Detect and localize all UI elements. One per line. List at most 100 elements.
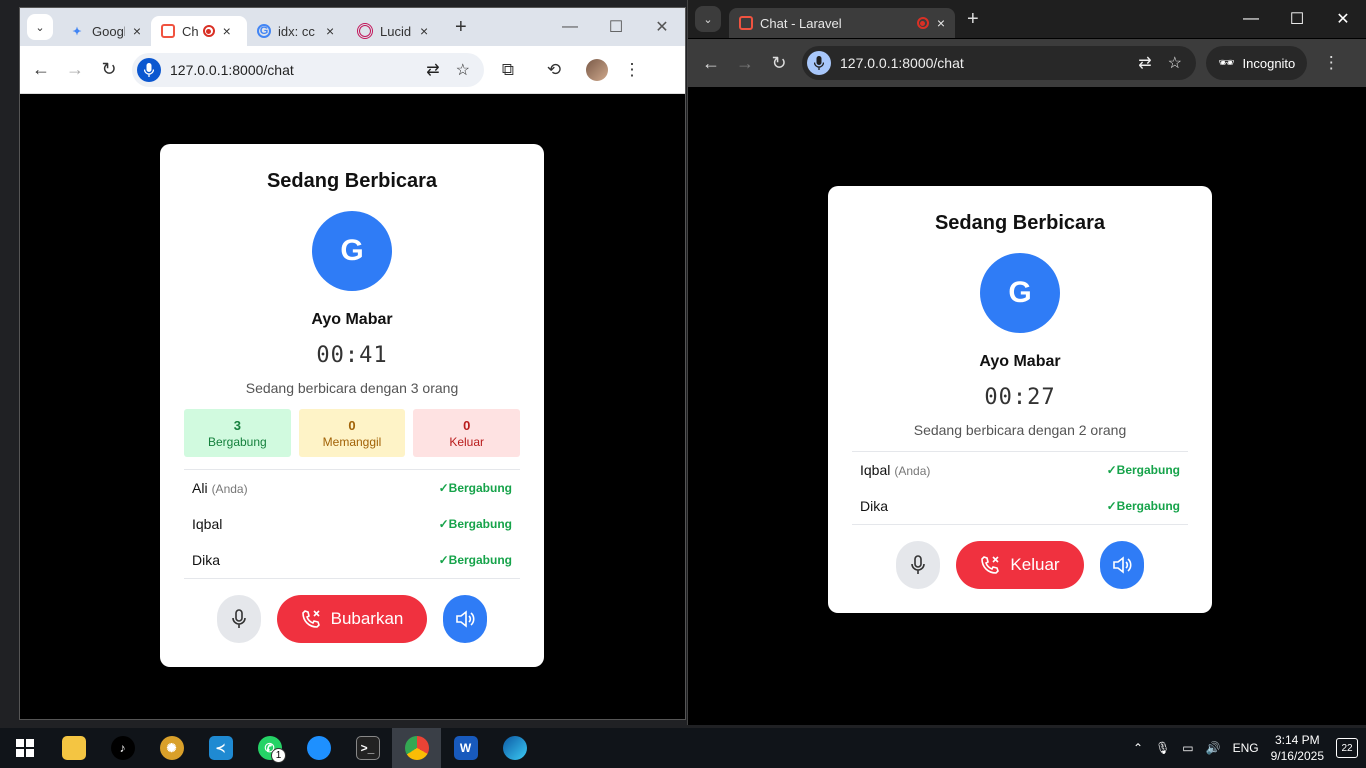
menu-icon[interactable]: ⋮ [1315, 53, 1347, 73]
maximize-button[interactable]: ☐ [593, 17, 639, 37]
laravel-icon [739, 16, 753, 30]
taskbar-terminal[interactable]: >_ [343, 728, 392, 768]
close-window-button[interactable]: ✕ [639, 17, 685, 37]
address-bar[interactable]: 127.0.0.1:8000/chat ⇄ ☆ [802, 46, 1196, 80]
profile-avatar[interactable] [586, 58, 608, 81]
stat-joined: 3 Bergabung [184, 409, 291, 457]
new-tab-button[interactable]: + [967, 8, 979, 31]
speaker-button[interactable] [1099, 541, 1144, 589]
tab-gemini[interactable]: ✦ Googl × [59, 16, 151, 46]
incognito-icon: 🕶 [1218, 55, 1235, 70]
call-timer: 00:27 [984, 385, 1056, 410]
minimize-button[interactable]: — [547, 18, 593, 36]
reload-button[interactable]: ↻ [92, 59, 126, 80]
tab-search-button[interactable]: ⌄ [27, 14, 53, 40]
tab-chat[interactable]: Chat - Laravel × [729, 8, 955, 38]
tab-google[interactable]: G idx: cc × [247, 16, 347, 46]
close-icon[interactable]: × [420, 23, 428, 39]
room-avatar: G [980, 253, 1060, 333]
participant-row: Dika ✓Bergabung [192, 552, 512, 568]
translate-icon[interactable]: ⇄ [1138, 53, 1151, 73]
reload-button[interactable]: ↻ [762, 53, 796, 74]
notification-center-button[interactable]: 22 [1336, 738, 1358, 758]
bookmark-star-icon[interactable]: ☆ [456, 60, 470, 80]
history-icon[interactable]: ⟲ [538, 60, 570, 80]
taskbar-chrome[interactable] [392, 728, 441, 768]
end-call-button[interactable]: Bubarkan [276, 595, 428, 643]
volume-icon[interactable]: 🔊 [1206, 741, 1221, 755]
system-tray: ⌃ 🎙 ▭ 🔊 ENG 3:14 PM 9/16/2025 22 [1133, 732, 1366, 764]
taskbar-vscode[interactable]: ≺ [196, 728, 245, 768]
bookmark-star-icon[interactable]: ☆ [1168, 53, 1182, 73]
close-icon[interactable]: × [133, 23, 141, 39]
browser-toolbar: ← → ↻ 127.0.0.1:8000/chat ⇄ ☆ 🕶 Incognit… [688, 39, 1366, 87]
tab-lucid[interactable]: Lucid × [347, 16, 443, 46]
menu-icon[interactable]: ⋮ [616, 60, 648, 80]
participant-row: Dika ✓Bergabung [860, 498, 1180, 514]
leave-call-button[interactable]: Keluar [956, 541, 1084, 589]
close-icon[interactable]: × [326, 23, 334, 39]
close-icon[interactable]: × [937, 15, 945, 31]
taskbar-whatsapp[interactable]: ✆ 1 [245, 728, 294, 768]
address-bar[interactable]: 127.0.0.1:8000/chat ⇄ ☆ [132, 52, 484, 87]
language-indicator[interactable]: ENG [1233, 741, 1259, 755]
room-name: Ayo Mabar [979, 353, 1061, 370]
translate-icon[interactable]: ⇄ [426, 60, 439, 80]
taskbar-app[interactable]: ✺ [147, 728, 196, 768]
taskbar-tiktok[interactable]: ♪ [98, 728, 147, 768]
speaker-icon [456, 610, 475, 628]
status-badge: ✓Bergabung [438, 553, 512, 567]
call-subtitle: Sedang berbicara dengan 3 orang [245, 380, 459, 396]
folder-icon [61, 736, 86, 760]
page-content: Sedang Berbicara G Ayo Mabar 00:27 Sedan… [688, 87, 1366, 725]
browser-toolbar: ← → ↻ 127.0.0.1:8000/chat ⇄ ☆ ⧉ ⟲ ⋮ [20, 46, 685, 94]
extensions-icon[interactable]: ⧉ [492, 60, 524, 80]
chevron-up-icon[interactable]: ⌃ [1133, 741, 1143, 755]
incognito-indicator[interactable]: 🕶 Incognito [1206, 46, 1308, 80]
recording-icon [202, 25, 215, 37]
tab-search-button[interactable]: ⌄ [695, 6, 721, 32]
tab-chat[interactable]: Ch × [151, 16, 247, 46]
call-title: Sedang Berbicara [934, 212, 1106, 234]
back-button[interactable]: ← [694, 53, 728, 74]
room-avatar: G [312, 211, 392, 291]
close-icon[interactable]: × [223, 23, 231, 39]
room-name: Ayo Mabar [311, 311, 393, 328]
start-button[interactable] [0, 728, 49, 768]
stat-left: 0 Keluar [413, 409, 521, 457]
taskbar-word[interactable]: W [441, 728, 490, 768]
status-badge: ✓Bergabung [438, 481, 512, 495]
terminal-icon: >_ [355, 736, 380, 760]
participant-row: Ali (Anda) ✓Bergabung [192, 480, 512, 496]
battery-icon[interactable]: ▭ [1182, 741, 1193, 755]
status-badge: ✓Bergabung [1106, 463, 1180, 477]
taskbar-file-explorer[interactable] [49, 728, 98, 768]
forward-button[interactable]: → [58, 59, 92, 80]
speaker-button[interactable] [443, 595, 488, 643]
new-tab-button[interactable]: + [455, 16, 467, 39]
app-icon: ✺ [159, 736, 184, 760]
forward-button[interactable]: → [728, 53, 762, 74]
call-subtitle: Sedang berbicara dengan 2 orang [913, 422, 1127, 438]
chrome-icon [404, 736, 429, 760]
clock[interactable]: 3:14 PM 9/16/2025 [1271, 732, 1324, 764]
taskbar-app-blue[interactable] [294, 728, 343, 768]
call-actions: Bubarkan [184, 595, 520, 643]
maximize-button[interactable]: ☐ [1274, 9, 1320, 29]
laravel-icon [161, 24, 175, 38]
taskbar-edge[interactable] [490, 728, 539, 768]
word-icon: W [453, 736, 478, 760]
mic-icon [911, 555, 926, 574]
mute-button[interactable] [896, 541, 941, 589]
edge-icon [502, 736, 527, 760]
close-window-button[interactable]: ✕ [1320, 9, 1366, 29]
app-blue-icon [306, 736, 331, 760]
lucid-icon [357, 23, 373, 39]
mute-button[interactable] [216, 595, 261, 643]
vscode-icon: ≺ [208, 736, 233, 760]
minimize-button[interactable]: — [1228, 10, 1274, 28]
call-card: Sedang Berbicara G Ayo Mabar 00:41 Sedan… [160, 144, 544, 667]
mic-tray-icon[interactable]: 🎙 [1155, 741, 1170, 755]
back-button[interactable]: ← [24, 59, 58, 80]
mic-icon [231, 609, 246, 628]
